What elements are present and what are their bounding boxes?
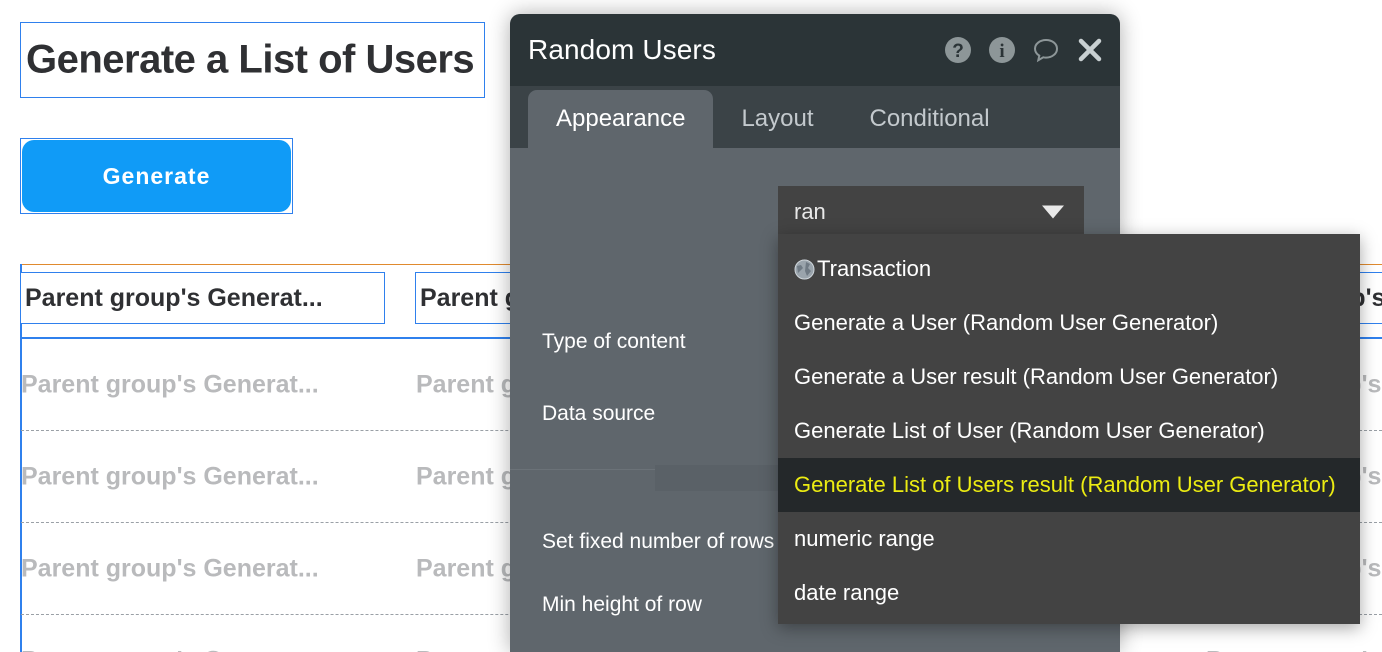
dropdown-option[interactable]: Transaction bbox=[778, 242, 1360, 296]
screen-root: Generate a List of Users Generate Parent… bbox=[0, 0, 1382, 652]
field-label: Set fixed number of rows bbox=[542, 530, 775, 553]
chevron-down-icon[interactable] bbox=[1042, 205, 1064, 218]
dropdown-option[interactable]: Generate a User result (Random User Gene… bbox=[778, 350, 1360, 404]
svg-text:i: i bbox=[999, 41, 1004, 62]
type-of-content-combobox[interactable]: ran bbox=[778, 186, 1084, 237]
page-title-element[interactable]: Generate a List of Users bbox=[20, 22, 485, 98]
tab-conditional[interactable]: Conditional bbox=[842, 90, 1018, 148]
table-cell: Parent group's Generat... bbox=[21, 554, 319, 582]
type-of-content-dropdown[interactable]: Transaction Generate a User (Random User … bbox=[778, 234, 1360, 624]
field-label: Min height of row bbox=[542, 593, 702, 616]
table-cell: Parent group's Generat... bbox=[21, 462, 319, 490]
generate-button-label: Generate bbox=[102, 162, 211, 189]
tab-layout[interactable]: Layout bbox=[713, 90, 841, 148]
dropdown-option[interactable]: Generate List of Users result (Random Us… bbox=[778, 458, 1360, 512]
dialog-tabs[interactable]: Appearance Layout Conditional bbox=[510, 86, 1120, 148]
dropdown-option[interactable]: Generate List of User (Random User Gener… bbox=[778, 404, 1360, 458]
dropdown-option[interactable]: numeric range bbox=[778, 512, 1360, 566]
table-cell: Parent group's Generat... bbox=[1206, 646, 1382, 652]
generate-button-wrapper[interactable]: Generate bbox=[20, 138, 293, 214]
table-cell: Parent group's Generat... bbox=[21, 646, 319, 652]
generate-button[interactable]: Generate bbox=[22, 140, 291, 212]
dropdown-option-label: Generate a User result (Random User Gene… bbox=[794, 364, 1279, 389]
field-label: Type of content bbox=[542, 330, 686, 353]
tab-appearance[interactable]: Appearance bbox=[528, 90, 714, 148]
close-icon[interactable] bbox=[1076, 36, 1104, 64]
dropdown-option-label: Generate List of Users result (Random Us… bbox=[794, 472, 1336, 497]
dropdown-option[interactable]: date range bbox=[778, 566, 1360, 620]
page-title: Generate a List of Users bbox=[26, 37, 475, 82]
dialog-header-actions: ? i bbox=[944, 36, 1104, 64]
type-of-content-value: ran bbox=[794, 198, 826, 224]
dropdown-option-label: Generate List of User (Random User Gener… bbox=[794, 418, 1265, 443]
dropdown-option[interactable]: Generate a User (Random User Generator) bbox=[778, 296, 1360, 350]
table-cell: Parent group's Generat... bbox=[21, 370, 319, 398]
dropdown-option-label: Generate a User (Random User Generator) bbox=[794, 310, 1219, 335]
field-label: Data source bbox=[542, 402, 656, 425]
svg-text:?: ? bbox=[952, 41, 964, 62]
dialog-header: Random Users ? i bbox=[510, 14, 1120, 86]
globe-icon bbox=[794, 259, 815, 279]
repeating-group-header-cell[interactable]: Parent group's Generat... bbox=[20, 272, 385, 324]
comment-icon[interactable] bbox=[1032, 36, 1060, 64]
dropdown-option-label: Transaction bbox=[817, 256, 932, 281]
dropdown-option-label: date range bbox=[794, 580, 900, 605]
repeating-group-header-cell-label: Parent group's Generat... bbox=[25, 283, 323, 312]
info-icon[interactable]: i bbox=[988, 36, 1016, 64]
dropdown-option-label: numeric range bbox=[794, 526, 935, 551]
dialog-title: Random Users bbox=[528, 34, 716, 65]
help-icon[interactable]: ? bbox=[944, 36, 972, 64]
